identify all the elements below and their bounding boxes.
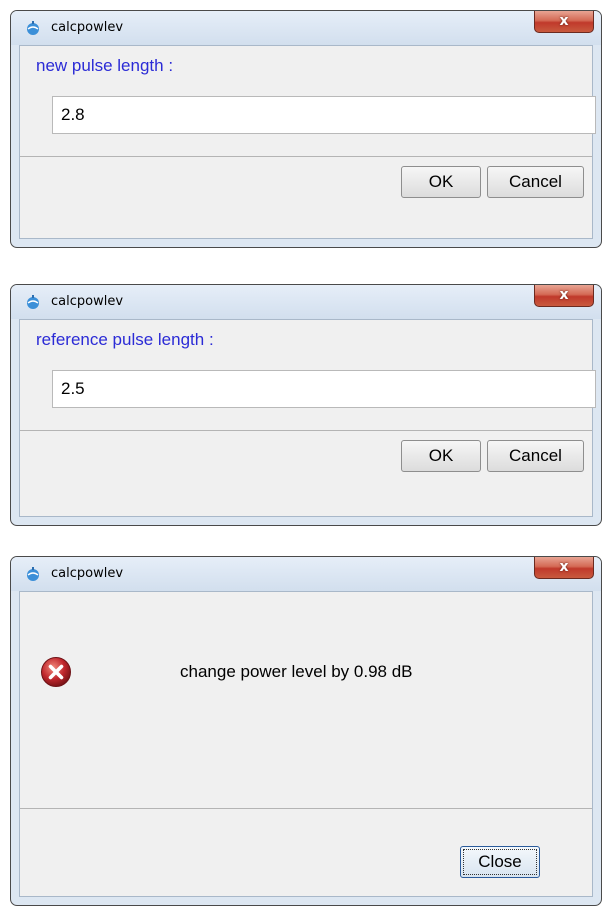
dialog-body: reference pulse length : OK Cancel	[19, 319, 596, 517]
window-title: calcpowlev	[51, 20, 124, 35]
window-close-button[interactable]: x	[534, 285, 594, 307]
ok-button[interactable]: OK	[401, 166, 481, 198]
ok-button[interactable]: OK	[401, 440, 481, 472]
dialog-result-message: calcpowlev x change power level by 0.98 …	[10, 556, 602, 906]
cancel-button[interactable]: Cancel	[487, 166, 584, 198]
app-icon	[27, 295, 39, 309]
dialog-new-pulse-length: calcpowlev x new pulse length : OK Cance…	[10, 10, 602, 248]
close-button[interactable]: Close	[460, 846, 540, 878]
dialog-reference-pulse-length: calcpowlev x reference pulse length : OK…	[10, 284, 602, 526]
title-bar: calcpowlev x	[11, 557, 601, 591]
app-icon	[27, 21, 39, 35]
prompt-label: reference pulse length :	[36, 330, 214, 349]
title-bar: calcpowlev x	[11, 11, 601, 45]
pulse-length-input[interactable]	[52, 370, 596, 408]
dialog-body: change power level by 0.98 dB Close	[19, 591, 593, 897]
window-close-button[interactable]: x	[534, 11, 594, 33]
separator	[20, 808, 592, 809]
window-close-button[interactable]: x	[534, 557, 594, 579]
close-icon: x	[559, 13, 569, 29]
separator	[20, 156, 592, 157]
close-icon: x	[559, 559, 569, 575]
window-title: calcpowlev	[51, 294, 124, 309]
cancel-button[interactable]: Cancel	[487, 440, 584, 472]
dialog-body: new pulse length : OK Cancel	[19, 45, 596, 239]
title-bar: calcpowlev x	[11, 285, 601, 319]
close-icon: x	[559, 287, 569, 303]
prompt-label: new pulse length :	[36, 56, 174, 75]
window-title: calcpowlev	[51, 566, 124, 581]
separator	[20, 430, 592, 431]
app-icon	[27, 567, 39, 581]
error-icon	[41, 657, 71, 687]
pulse-length-input[interactable]	[52, 96, 596, 134]
result-message: change power level by 0.98 dB	[180, 662, 413, 681]
